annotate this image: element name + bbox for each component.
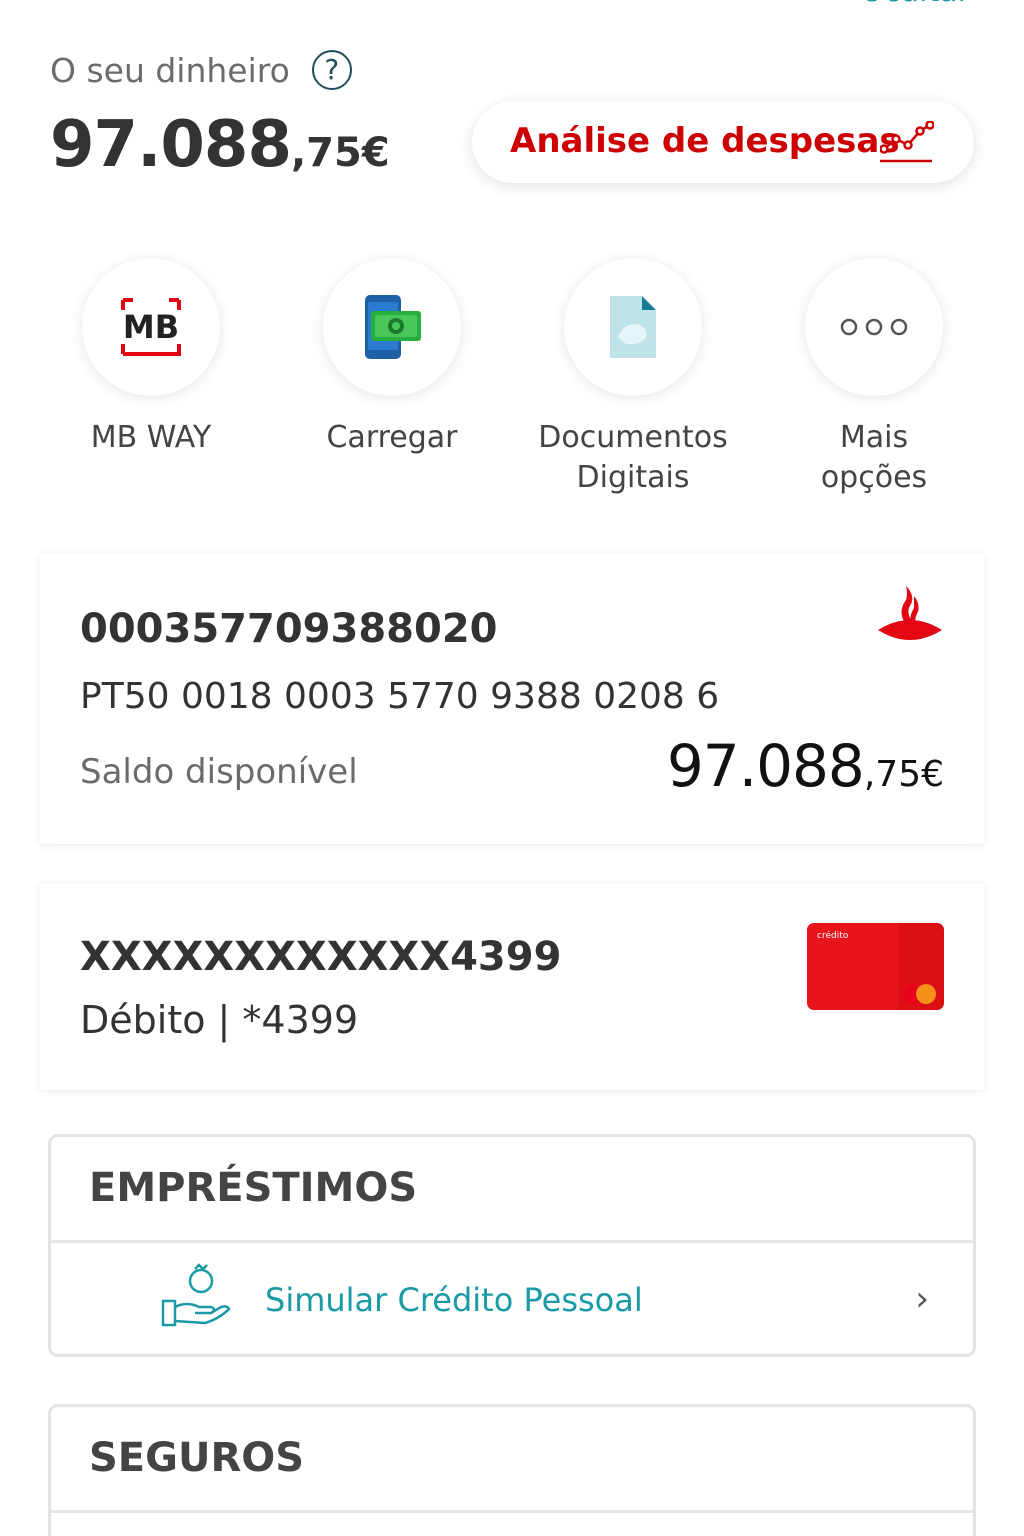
quick-action-label: MB WAY bbox=[90, 420, 212, 455]
hide-balance-link[interactable]: Ocultar bbox=[860, 0, 970, 9]
quick-action-documents[interactable]: Documentos Digitais bbox=[533, 258, 733, 498]
available-balance-label: Saldo disponível bbox=[80, 752, 358, 792]
available-balance-dec: ,75€ bbox=[863, 754, 944, 795]
account-card[interactable]: 000357709388020 PT50 0018 0003 5770 9388… bbox=[40, 554, 984, 844]
simulate-personal-credit-label: Simular Crédito Pessoal bbox=[265, 1281, 643, 1319]
section-divider bbox=[51, 1510, 973, 1513]
quick-action-mbway[interactable]: MB MB WAY bbox=[51, 258, 251, 458]
available-balance-value: 97.088,75€ bbox=[667, 732, 944, 800]
total-balance: 97.088,75€ bbox=[50, 108, 390, 182]
bank-flame-logo-icon bbox=[878, 586, 942, 650]
hand-money-bag-icon bbox=[161, 1261, 233, 1335]
card-thumbnail: crédito bbox=[807, 923, 944, 1010]
mastercard-logo-icon bbox=[904, 984, 936, 1004]
quick-action-label: Carregar bbox=[326, 420, 458, 455]
expense-analysis-button[interactable]: Análise de despesas bbox=[472, 101, 974, 183]
top-partial-row: Ocultar bbox=[50, 0, 970, 14]
quick-action-more[interactable]: Mais opções bbox=[774, 258, 974, 498]
available-balance-int: 97.088 bbox=[666, 732, 865, 800]
simulate-personal-credit-row[interactable]: Simular Crédito Pessoal › bbox=[51, 1243, 973, 1357]
chevron-right-icon: › bbox=[915, 1279, 929, 1319]
mbway-icon: MB bbox=[82, 258, 220, 396]
insurance-section: SEGUROS bbox=[48, 1404, 976, 1536]
loans-title: EMPRÉSTIMOS bbox=[89, 1165, 418, 1211]
card-number: XXXXXXXXXXXX4399 bbox=[80, 934, 562, 980]
more-icon bbox=[805, 258, 943, 396]
card-type: Débito | *4399 bbox=[80, 998, 359, 1042]
total-balance-dec: ,75€ bbox=[290, 130, 390, 176]
total-balance-int: 97.088 bbox=[50, 108, 292, 182]
money-label-row: O seu dinheiro ? bbox=[50, 50, 352, 90]
debit-card[interactable]: XXXXXXXXXXXX4399 Débito | *4399 crédito bbox=[40, 884, 984, 1090]
topup-phone-icon bbox=[323, 258, 461, 396]
account-number: 000357709388020 bbox=[80, 606, 498, 652]
account-iban: PT50 0018 0003 5770 9388 0208 6 bbox=[80, 676, 720, 717]
quick-action-label: Mais opções bbox=[820, 420, 928, 495]
mbway-logo-text: MB bbox=[123, 308, 179, 346]
expense-analysis-label: Análise de despesas bbox=[510, 121, 900, 161]
help-icon[interactable]: ? bbox=[311, 50, 352, 90]
quick-action-topup[interactable]: Carregar bbox=[292, 258, 492, 458]
card-brand: crédito bbox=[817, 931, 849, 941]
document-icon bbox=[564, 258, 702, 396]
trend-chart-icon bbox=[879, 120, 935, 169]
quick-action-label: Documentos Digitais bbox=[538, 420, 728, 495]
accounts-screen: Ocultar O seu dinheiro ? 97.088,75€ Anál… bbox=[0, 0, 1024, 1536]
money-label: O seu dinheiro bbox=[50, 50, 290, 90]
loans-section: EMPRÉSTIMOS Simular Crédito Pessoal › bbox=[48, 1134, 976, 1357]
insurance-title: SEGUROS bbox=[89, 1435, 305, 1481]
